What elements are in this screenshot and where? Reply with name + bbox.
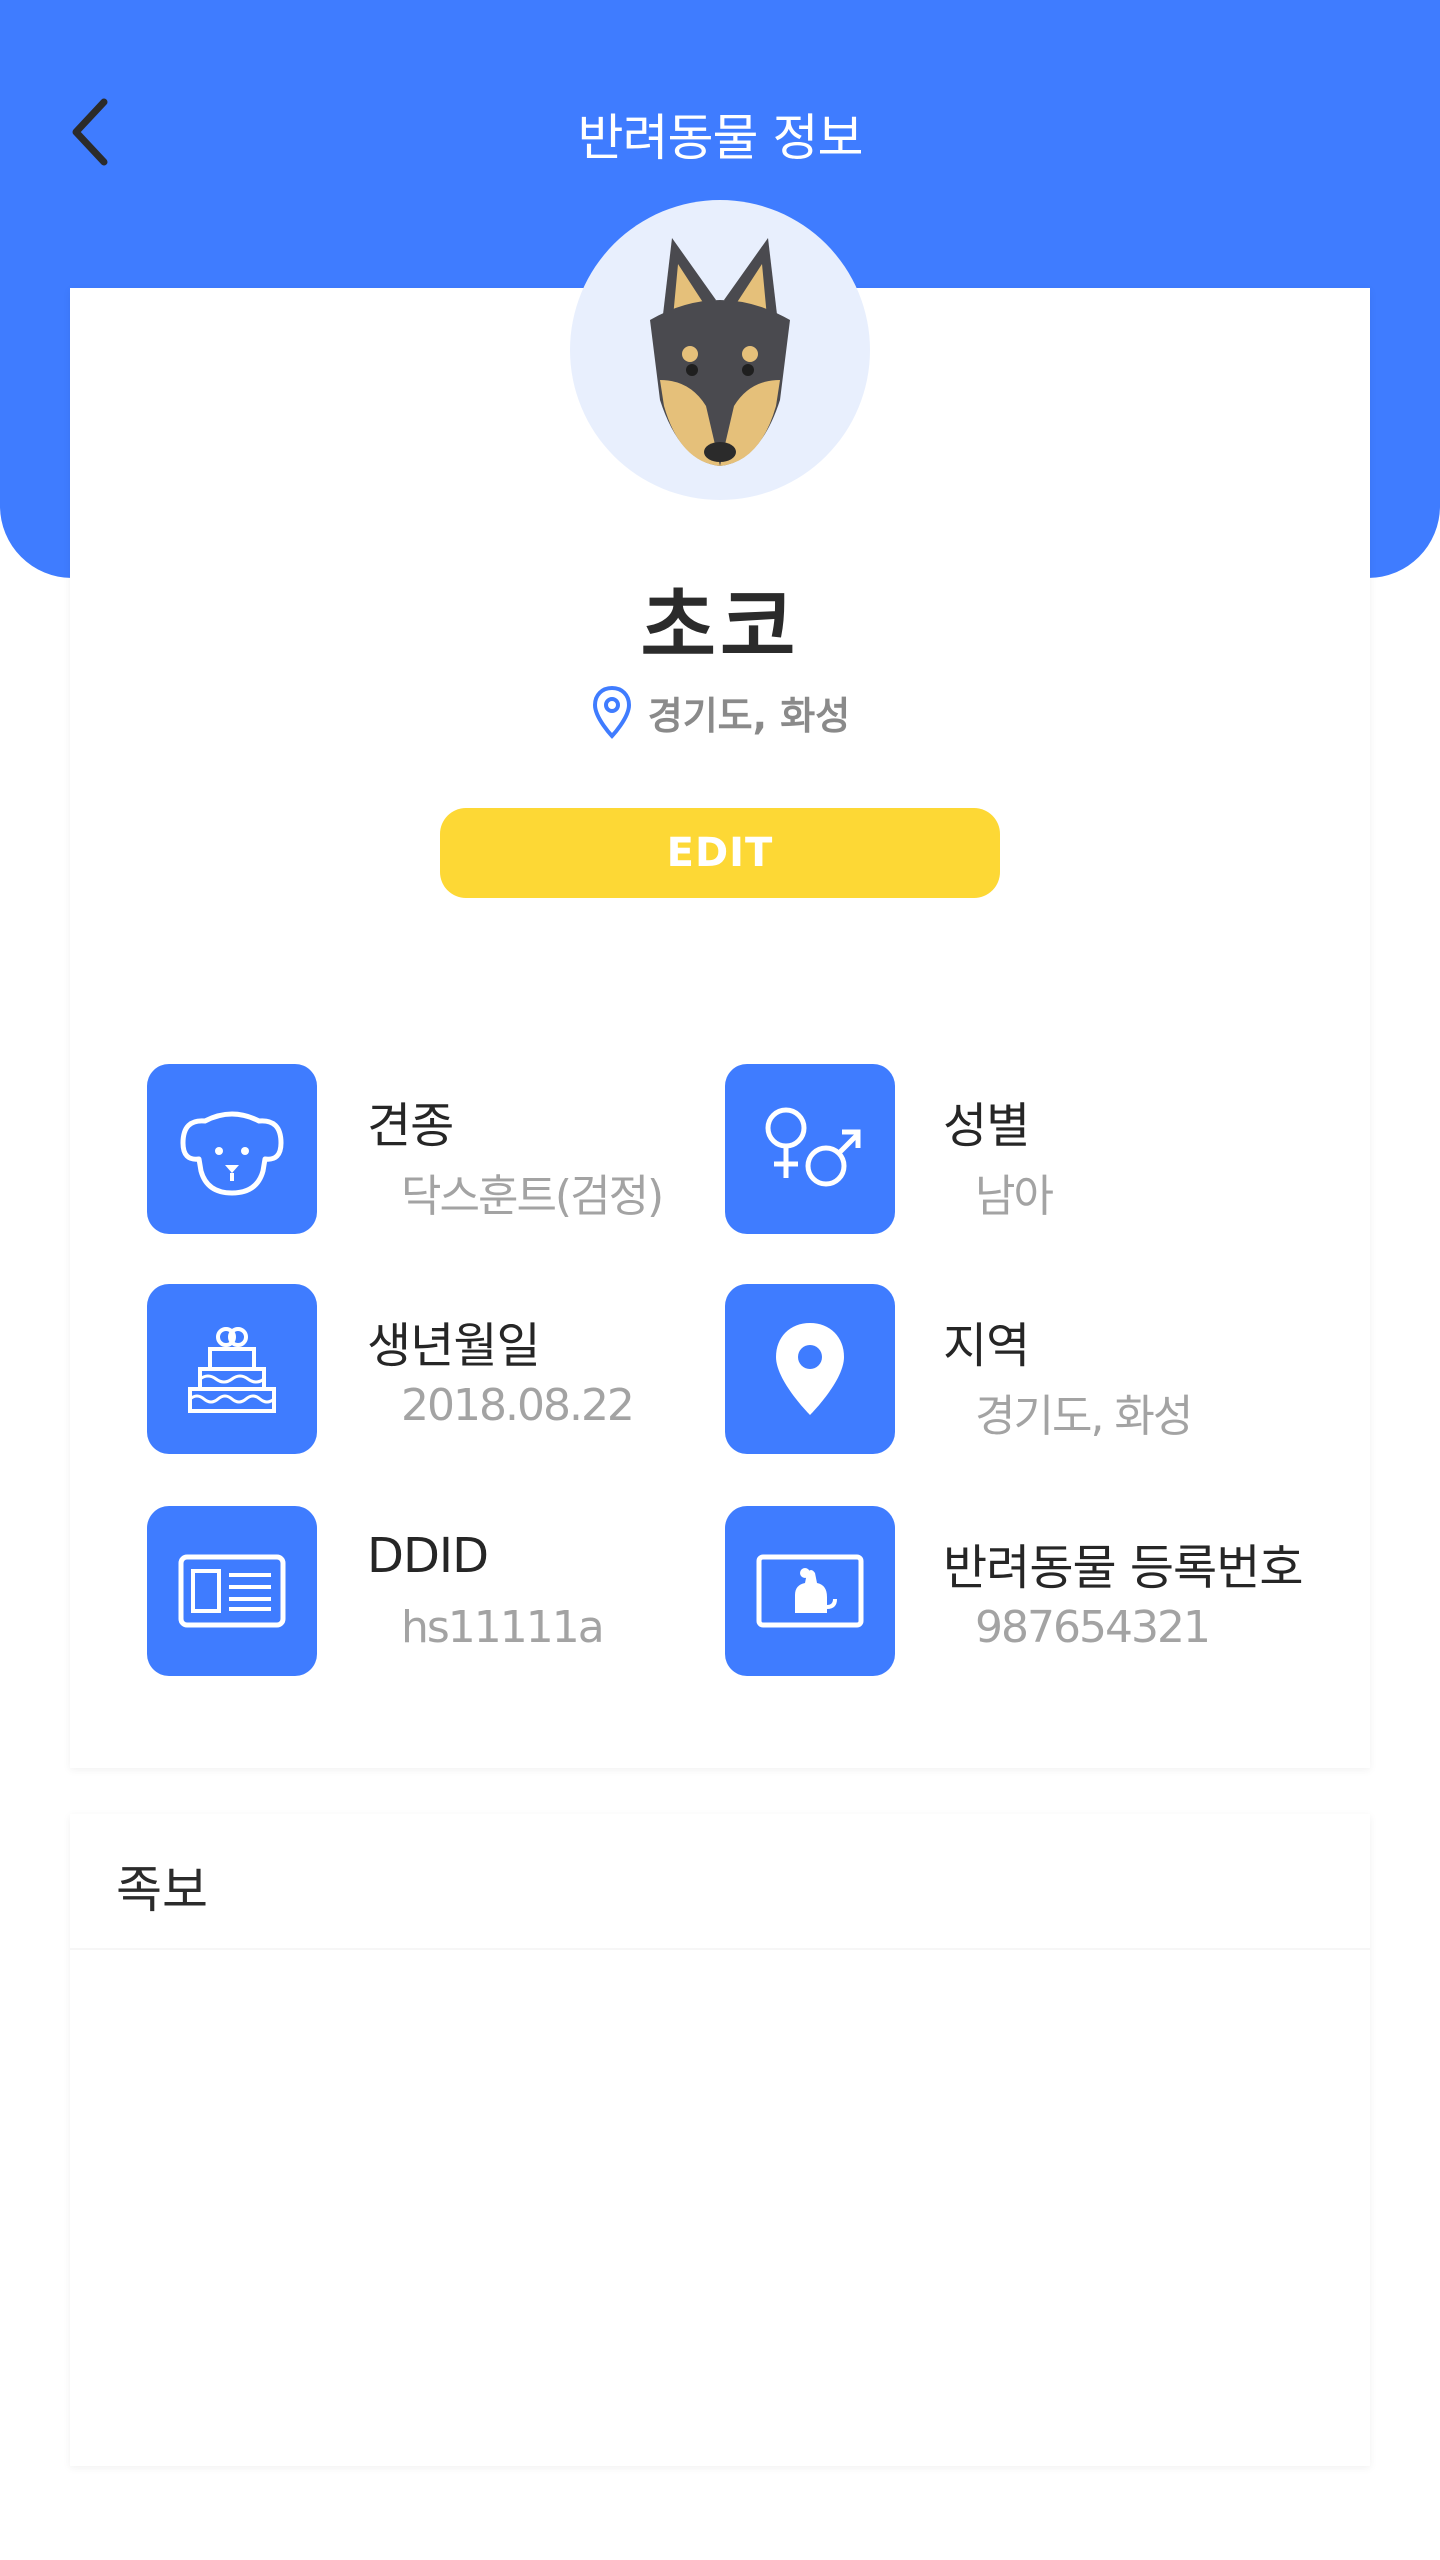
info-ddid-icon-box [147, 1506, 317, 1676]
info-registration-label: 반려동물 등록번호 [943, 1540, 1304, 1596]
birthday-cake-icon [188, 1327, 276, 1413]
info-ddid-value: hs11111a [401, 1602, 605, 1653]
info-region-icon-box [725, 1284, 895, 1454]
info-birthday-icon-box [147, 1284, 317, 1454]
map-pin-icon [592, 685, 631, 739]
pet-registration-card-icon [756, 1554, 864, 1628]
pedigree-divider [70, 1948, 1370, 1950]
info-gender-icon-box [725, 1064, 895, 1234]
dog-face-icon [180, 1111, 284, 1196]
dog-head-icon [650, 238, 790, 466]
pedigree-title: 족보 [116, 1861, 208, 1919]
info-ddid: DDID hs11111a [147, 1506, 707, 1676]
info-breed-label: 견종 [367, 1098, 454, 1154]
page-title: 반려동물 정보 [577, 109, 864, 167]
pet-avatar [570, 200, 870, 500]
info-ddid-label: DDID [367, 1528, 489, 1584]
pet-name: 초코 [640, 580, 800, 675]
edit-button[interactable]: EDIT [440, 808, 1000, 898]
info-birthday: 생년월일 2018.08.22 [147, 1284, 707, 1454]
info-breed: 견종 닥스훈트(검정) [147, 1064, 707, 1234]
info-registration-icon-box [725, 1506, 895, 1676]
info-region-label: 지역 [943, 1318, 1030, 1374]
info-registration-value: 987654321 [975, 1602, 1211, 1653]
info-registration: 반려동물 등록번호 987654321 [725, 1506, 1304, 1676]
id-card-icon [178, 1554, 286, 1628]
info-gender-label: 성별 [943, 1098, 1030, 1154]
info-region-value: 경기도, 화성 [975, 1391, 1193, 1442]
pedigree-card: 족보 [70, 1814, 1370, 2466]
gender-icon [765, 1107, 861, 1187]
location-pin-icon [776, 1323, 844, 1415]
pet-location: 경기도, 화성 [0, 684, 1440, 740]
info-gender-value: 남아 [975, 1171, 1054, 1222]
pet-location-text: 경기도, 화성 [647, 693, 851, 738]
info-breed-icon-box [147, 1064, 317, 1234]
info-breed-value: 닥스훈트(검정) [401, 1171, 664, 1222]
info-birthday-label: 생년월일 [367, 1318, 541, 1374]
info-gender: 성별 남아 [725, 1064, 1285, 1234]
info-region: 지역 경기도, 화성 [725, 1284, 1285, 1454]
info-birthday-value: 2018.08.22 [401, 1380, 635, 1431]
